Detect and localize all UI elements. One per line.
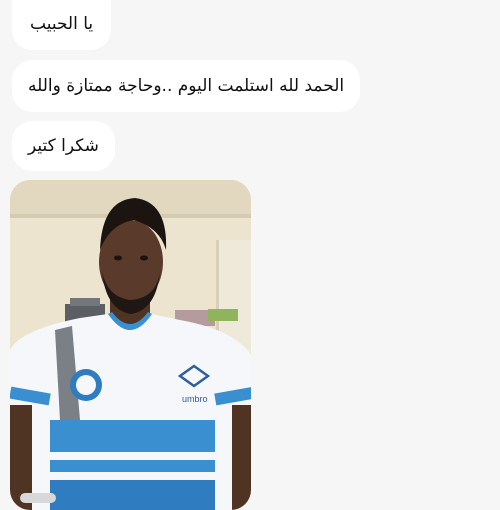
brand-logo-text: umbro	[182, 394, 208, 404]
next-message-preview	[20, 493, 56, 503]
chat-thread: يا الحبيب الحمد لله استلمت اليوم ..وحاجة…	[0, 0, 500, 510]
selfie-photo: umbro	[10, 180, 251, 510]
incoming-message-bubble[interactable]: الحمد لله استلمت اليوم ..وحاجة ممتازة وا…	[12, 60, 361, 112]
incoming-message-bubble[interactable]: يا الحبيب	[12, 0, 112, 50]
message-text: الحمد لله استلمت اليوم ..وحاجة ممتازة وا…	[28, 76, 345, 96]
photo-message[interactable]: umbro	[10, 180, 251, 510]
message-text: شكرا كتير	[28, 136, 99, 156]
message-text: يا الحبيب	[30, 14, 94, 34]
incoming-message-bubble[interactable]: شكرا كتير	[12, 121, 115, 171]
